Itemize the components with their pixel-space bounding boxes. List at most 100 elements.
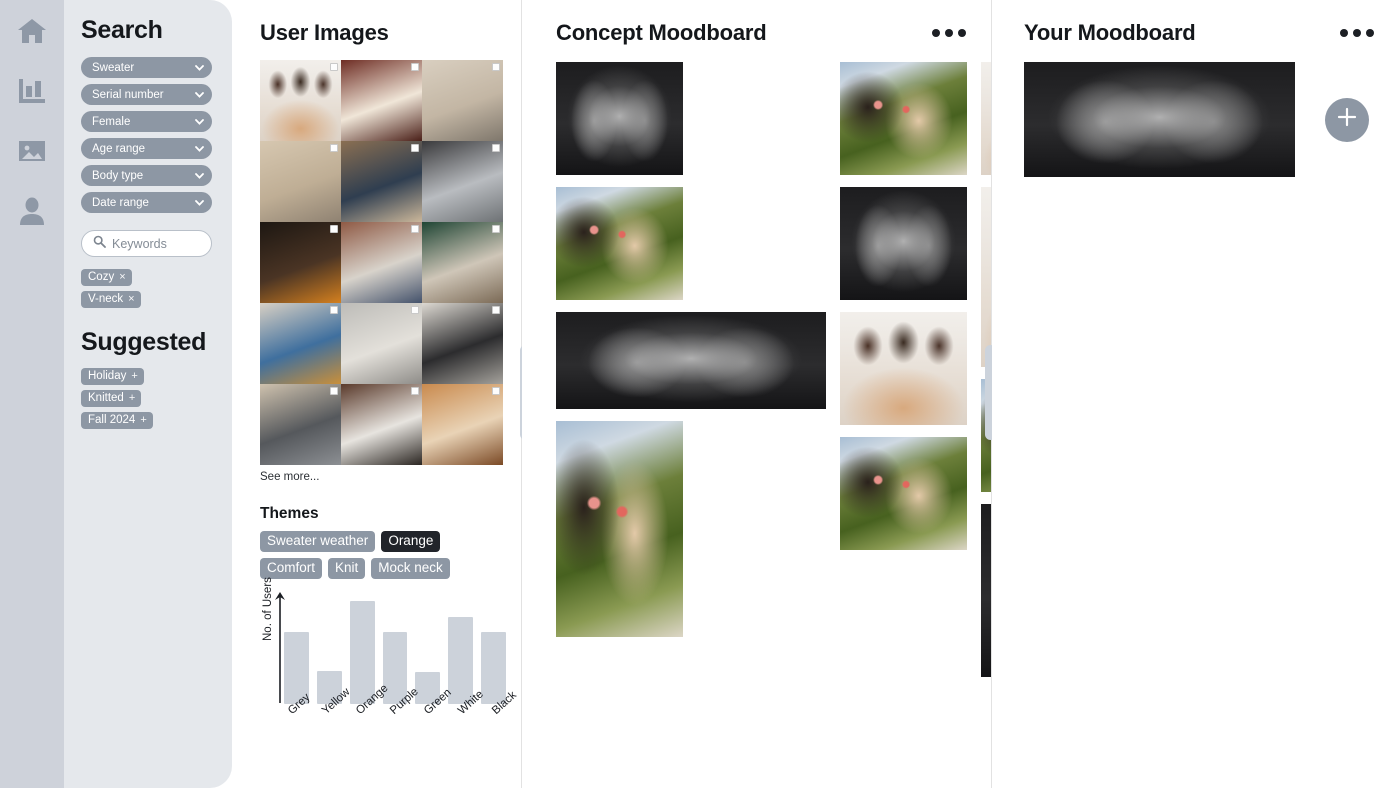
- moodboard-image[interactable]: [840, 312, 967, 425]
- nav-images[interactable]: [13, 134, 51, 172]
- moodboard-image[interactable]: [556, 421, 683, 637]
- user-image-thumbnail[interactable]: [341, 141, 422, 222]
- user-images-title: User Images: [260, 20, 389, 45]
- nav-home[interactable]: [13, 14, 51, 52]
- add-to-moodboard-button[interactable]: [1325, 97, 1369, 142]
- tag-label: Holiday: [88, 370, 127, 382]
- user-image-thumbnail[interactable]: [422, 222, 503, 303]
- active-tag-cozy[interactable]: Cozy ×: [81, 269, 132, 286]
- user-image-thumbnail[interactable]: [260, 222, 341, 303]
- filter-label: Body type: [92, 169, 144, 182]
- theme-chip-comfort[interactable]: Comfort: [260, 558, 323, 579]
- user-image-thumbnail[interactable]: [260, 303, 341, 384]
- chart-x-tick-labels: Grey Yellow Orange Purple Green White Black: [284, 682, 519, 760]
- home-icon: [17, 18, 47, 49]
- remove-tag-icon[interactable]: ×: [119, 271, 125, 283]
- select-checkbox[interactable]: [411, 63, 419, 71]
- select-checkbox[interactable]: [330, 225, 338, 233]
- your-moodboard-header: Your Moodboard: [1024, 20, 1376, 46]
- user-image-thumbnail[interactable]: [422, 60, 503, 141]
- filter-dropdown-body-type[interactable]: Body type: [81, 165, 212, 186]
- filter-label: Serial number: [92, 88, 164, 101]
- tag-label: Cozy: [88, 271, 115, 283]
- chart-bar: [481, 632, 507, 704]
- select-checkbox[interactable]: [411, 225, 419, 233]
- user-images-grid: [260, 60, 503, 465]
- suggested-tag-knitted[interactable]: Knitted +: [81, 390, 142, 407]
- filter-label: Age range: [92, 142, 146, 155]
- user-image-thumbnail[interactable]: [422, 384, 503, 465]
- nav-analytics[interactable]: [13, 74, 51, 112]
- image-icon: [18, 138, 46, 169]
- moodboard-image[interactable]: [840, 437, 967, 550]
- add-tag-icon[interactable]: +: [129, 392, 135, 404]
- select-checkbox[interactable]: [492, 225, 500, 233]
- user-image-thumbnail[interactable]: [341, 384, 422, 465]
- suggested-tag-holiday[interactable]: Holiday +: [81, 368, 144, 385]
- moodboard-image[interactable]: [840, 187, 967, 300]
- keywords-placeholder: Keywords: [112, 236, 167, 251]
- your-moodboard-column: Your Moodboard: [992, 0, 1400, 788]
- nav-profile[interactable]: [13, 194, 51, 232]
- moodboard-image[interactable]: [556, 312, 826, 409]
- add-tag-icon[interactable]: +: [131, 370, 137, 382]
- keywords-input[interactable]: Keywords: [81, 230, 212, 257]
- moodboard-image[interactable]: [556, 187, 683, 300]
- chevron-down-icon: [195, 64, 204, 71]
- theme-chip-mock-neck[interactable]: Mock neck: [371, 558, 450, 579]
- select-checkbox[interactable]: [492, 387, 500, 395]
- your-moodboard-image[interactable]: [1024, 62, 1295, 177]
- user-image-thumbnail[interactable]: [422, 303, 503, 384]
- filter-label: Date range: [92, 196, 149, 209]
- filter-dropdown-sweater[interactable]: Sweater: [81, 57, 212, 78]
- suggested-tag-list: Holiday + Knitted + Fall 2024 +: [64, 368, 232, 429]
- moodboard-column: [840, 62, 967, 677]
- more-horizontal-icon[interactable]: [930, 23, 968, 43]
- chart-y-axis-label: No. of Users: [262, 577, 274, 641]
- filter-dropdown-serial-number[interactable]: Serial number: [81, 84, 212, 105]
- user-image-thumbnail[interactable]: [260, 60, 341, 141]
- concept-moodboard-title: Concept Moodboard: [556, 20, 767, 45]
- suggested-tag-fall-2024[interactable]: Fall 2024 +: [81, 412, 153, 429]
- plus-icon: [1336, 106, 1358, 133]
- search-title: Search: [81, 16, 163, 44]
- filter-dropdown-age-range[interactable]: Age range: [81, 138, 212, 159]
- filter-dropdown-date-range[interactable]: Date range: [81, 192, 212, 213]
- chart-bar: [448, 617, 474, 704]
- user-image-thumbnail[interactable]: [341, 303, 422, 384]
- user-icon: [18, 197, 46, 230]
- select-checkbox[interactable]: [492, 63, 500, 71]
- filter-label: Female: [92, 115, 131, 128]
- remove-tag-icon[interactable]: ×: [128, 293, 134, 305]
- select-checkbox[interactable]: [411, 306, 419, 314]
- user-image-thumbnail[interactable]: [260, 384, 341, 465]
- your-moodboard-title: Your Moodboard: [1024, 20, 1196, 45]
- select-checkbox[interactable]: [330, 63, 338, 71]
- see-more-link[interactable]: See more...: [260, 471, 522, 483]
- tag-label: Fall 2024: [88, 414, 136, 426]
- user-image-thumbnail[interactable]: [422, 141, 503, 222]
- select-checkbox[interactable]: [492, 144, 500, 152]
- theme-chip-orange[interactable]: Orange: [381, 531, 441, 552]
- select-checkbox[interactable]: [411, 144, 419, 152]
- user-image-thumbnail[interactable]: [341, 60, 422, 141]
- select-checkbox[interactable]: [330, 144, 338, 152]
- select-checkbox[interactable]: [330, 306, 338, 314]
- add-tag-icon[interactable]: +: [140, 414, 146, 426]
- select-checkbox[interactable]: [411, 387, 419, 395]
- filter-dropdown-female[interactable]: Female: [81, 111, 212, 132]
- moodboard-image[interactable]: [840, 62, 967, 175]
- your-moodboard-items: [1024, 62, 1376, 177]
- active-tag-v-neck[interactable]: V-neck ×: [81, 291, 141, 308]
- theme-chip-knit[interactable]: Knit: [328, 558, 366, 579]
- select-checkbox[interactable]: [492, 306, 500, 314]
- select-checkbox[interactable]: [330, 387, 338, 395]
- chevron-down-icon: [195, 91, 204, 98]
- user-image-thumbnail[interactable]: [260, 141, 341, 222]
- moodboard-image[interactable]: [556, 62, 683, 175]
- chevron-down-icon: [195, 199, 204, 206]
- theme-chip-sweater-weather[interactable]: Sweater weather: [260, 531, 376, 552]
- user-image-thumbnail[interactable]: [341, 222, 422, 303]
- more-horizontal-icon[interactable]: [1338, 23, 1376, 43]
- search-icon: [93, 235, 106, 253]
